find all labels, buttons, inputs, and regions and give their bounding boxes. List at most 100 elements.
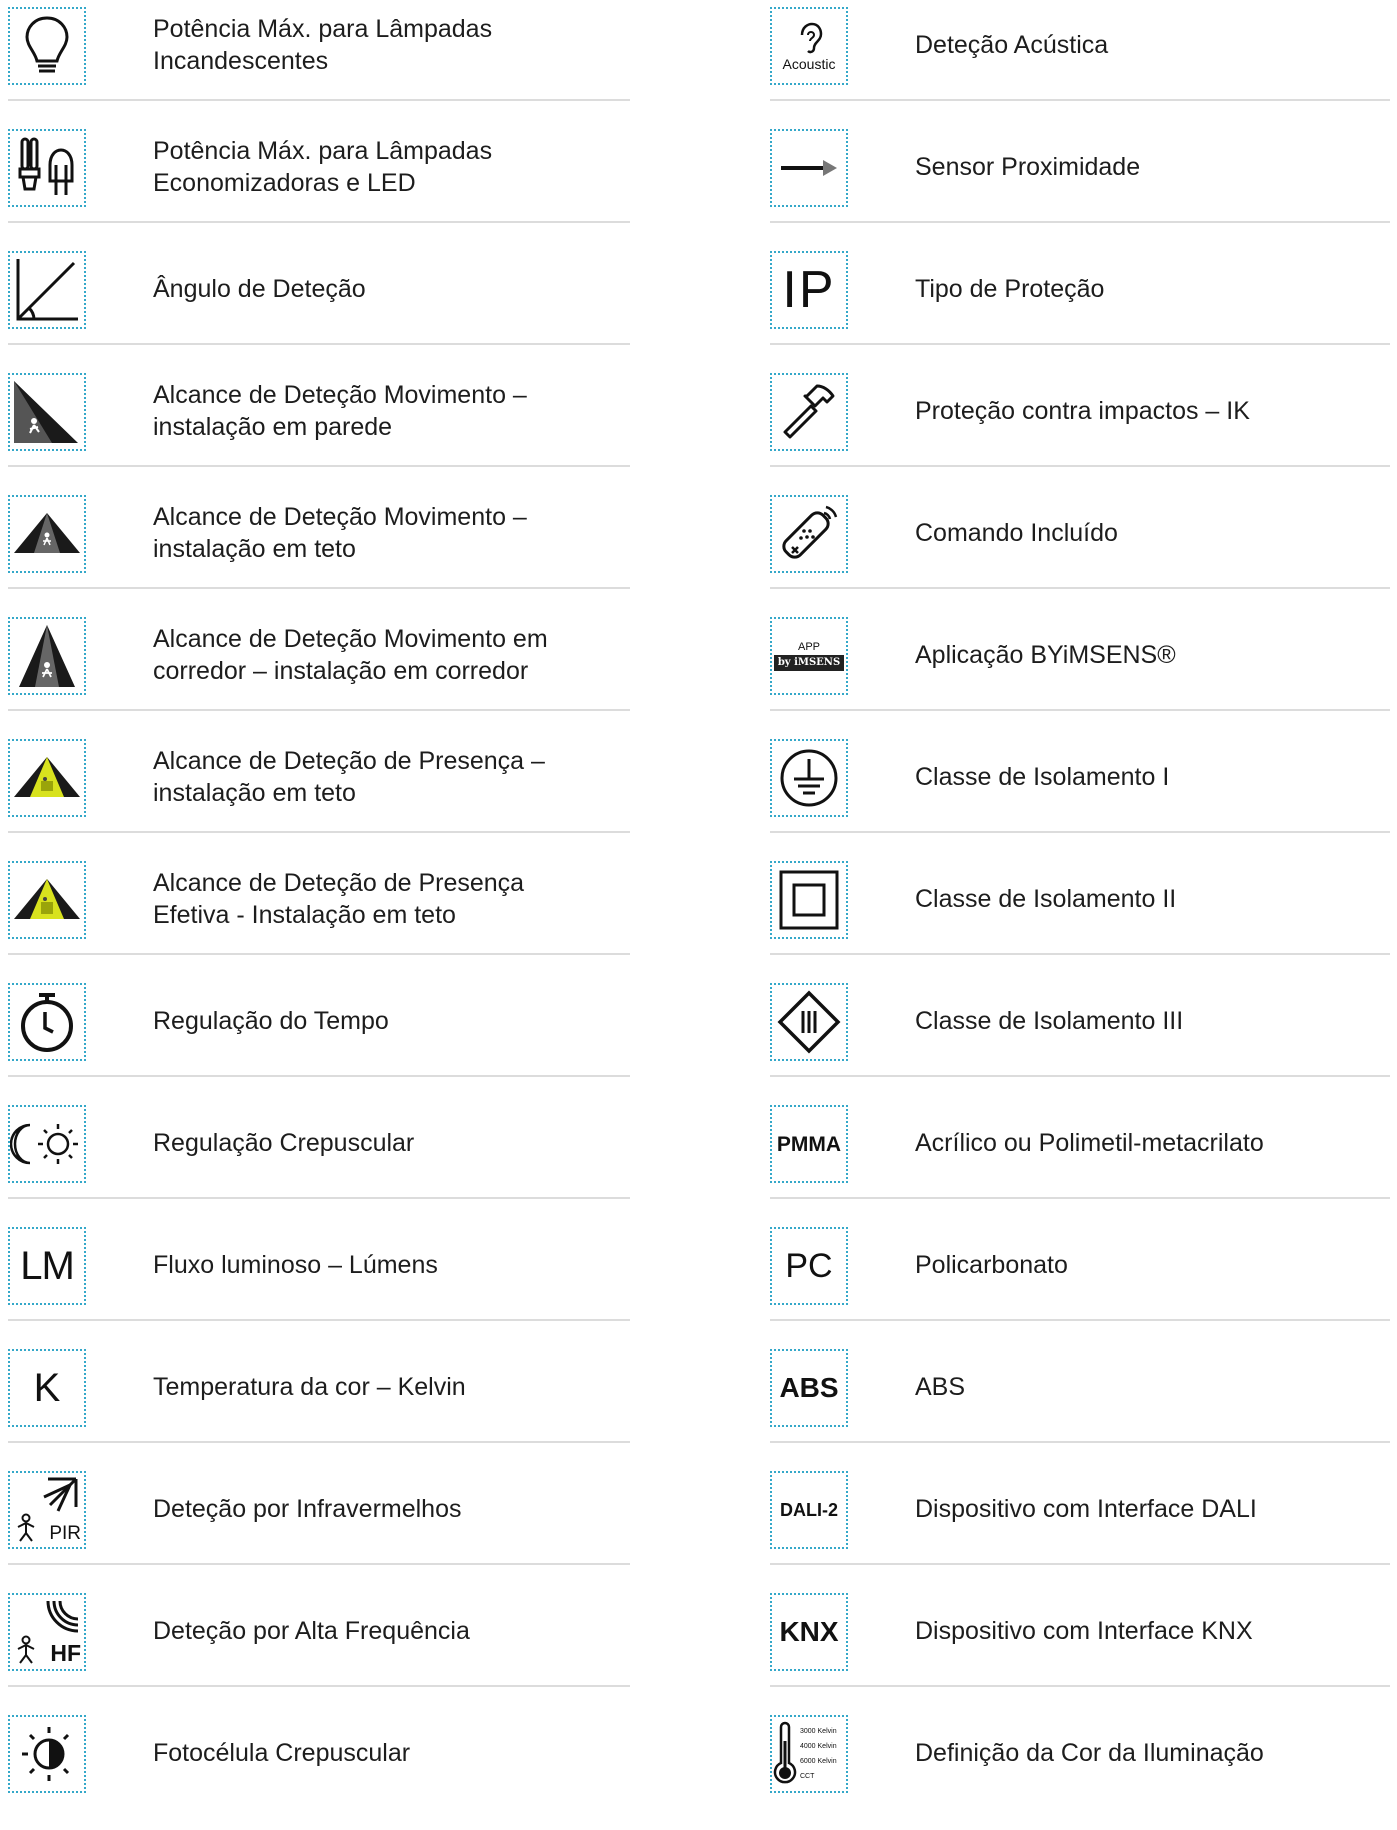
row-separator [8,465,630,467]
legend-label-line: Deteção por Alta Frequência [153,1617,470,1645]
row-separator [8,953,630,955]
legend-label-line: ABS [915,1373,966,1401]
row-separator [8,221,630,223]
legend-label-line: Alcance de Deteção de Presença [153,869,525,897]
legend-label-line: Dispositivo com Interface KNX [915,1617,1253,1645]
kelvin-icon: K [8,1349,86,1427]
icon-text: PC [785,1247,833,1285]
right-column: Acoustic Deteção Acústica Sensor Proximida… [770,0,1390,1830]
legend-label: Potência Máx. para Lâmpadas Incandescente… [153,12,630,78]
icon-text: K [33,1366,61,1410]
thermometer-icon: 3000 Kelvin 4000 Kelvin 6000 Kelvin CCT [770,1715,848,1793]
pc-icon: PC [770,1227,848,1305]
legend-label: Regulação Crepuscular [153,1110,630,1176]
legend-label: Temperatura da cor – Kelvin [153,1354,630,1420]
legend-label: Policarbonato [915,1232,1390,1298]
legend-row: LM Fluxo luminoso – Lúmens [8,1220,630,1342]
legend-label-line: instalação em teto [153,535,356,563]
energy-saving-lamps-icon [8,129,86,207]
proximity-arrow-icon [770,129,848,207]
legend-label: Aplicação BYiMSENS® [915,622,1390,688]
knx-icon: KNX [770,1593,848,1671]
row-separator [8,1075,630,1077]
row-separator [770,1075,1390,1077]
legend-label-line: Ângulo de Deteção [153,275,366,303]
ear-icon: Acoustic [770,7,848,85]
legend-label-line: Aplicação BYiMSENS® [915,641,1176,669]
legend-label-line: Alcance de Deteção Movimento – [153,503,527,531]
row-separator [8,1197,630,1199]
legend-label-line: Classe de Isolamento II [915,885,1177,913]
ip-rating-icon: IP [770,251,848,329]
row-separator [770,831,1390,833]
legend-label-line: Temperatura da cor – Kelvin [153,1373,466,1401]
legend-label-line: Potência Máx. para Lâmpadas [153,137,493,165]
legend-label-line: Alcance de Deteção Movimento – [153,381,527,409]
legend-row: Alcance de Deteção Movimento em corredor … [8,610,630,732]
legend-row: Fotocélula Crepuscular [8,1708,630,1830]
legend-row: ABS ABS [770,1342,1390,1464]
legend-label: Proteção contra impactos – IK [915,378,1390,444]
diamond-class-three-icon [770,983,848,1061]
legend-label: Fotocélula Crepuscular [153,1720,630,1786]
legend-label-line: corredor – instalação em corredor [153,657,529,685]
icon-text: DALI-2 [780,1500,838,1520]
legend-row: Ângulo de Deteção [8,244,630,366]
legend-label-line: Economizadoras e LED [153,169,416,197]
earth-ground-icon [770,739,848,817]
legend-row: Potência Máx. para Lâmpadas Incandescente… [8,0,630,122]
legend-label-line: Comando Incluído [915,519,1118,547]
legend-row: Classe de Isolamento III [770,976,1390,1098]
legend-row: DALI-2 Dispositivo com Interface DALI [770,1464,1390,1586]
ceiling-presence-range-icon [8,739,86,817]
legend-row: K Temperatura da cor – Kelvin [8,1342,630,1464]
row-separator [770,1441,1390,1443]
legend-row: Alcance de Deteção Movimento – instalação… [8,488,630,610]
legend-label: Alcance de Deteção de Presença – instalaç… [153,744,630,810]
legend-row: HF Deteção por Alta Frequência [8,1586,630,1708]
legend-row: Classe de Isolamento I [770,732,1390,854]
row-separator [8,1685,630,1687]
icon-text: PIR [49,1523,81,1544]
legend-label: Comando Incluído [915,500,1390,566]
row-separator [8,709,630,711]
legend-row: Acoustic Deteção Acústica [770,0,1390,122]
legend-label: Tipo de Proteção [915,256,1390,322]
legend-row: PIR Deteção por Infravermelhos [8,1464,630,1586]
legend-row: PMMA Acrílico ou Polimetil-metacrilato [770,1098,1390,1220]
legend-label: Classe de Isolamento II [915,866,1390,932]
legend-label: Sensor Proximidade [915,134,1390,200]
legend-label-line: Definição da Cor da Iluminação [915,1739,1264,1767]
row-separator [8,1441,630,1443]
legend-row: Sensor Proximidade [770,122,1390,244]
legend-label-line: Deteção Acústica [915,31,1109,59]
corridor-motion-range-icon [8,617,86,695]
legend-label: Deteção por Infravermelhos [153,1476,630,1542]
legend-label: Classe de Isolamento I [915,744,1390,810]
legend-label: Alcance de Deteção Movimento – instalação… [153,378,630,444]
legend-label-line: Tipo de Proteção [915,275,1105,303]
row-separator [770,99,1390,101]
effective-presence-range-icon [8,861,86,939]
icon-text: LM [20,1244,75,1288]
dali-icon: DALI-2 [770,1471,848,1549]
legend-label: Definição da Cor da Iluminação [915,1720,1390,1786]
legend-row: Proteção contra impactos – IK [770,366,1390,488]
legend-label: Regulação do Tempo [153,988,630,1054]
thermometer-label: 3000 Kelvin [800,1728,837,1735]
photocell-icon [8,1715,86,1793]
row-separator [770,343,1390,345]
row-separator [770,953,1390,955]
legend-label-line: Regulação Crepuscular [153,1129,415,1157]
pir-sensor-icon: PIR [8,1471,86,1549]
legend-row: Alcance de Deteção de Presença – instalaç… [8,732,630,854]
icon-text: PMMA [776,1132,842,1156]
thermometer-label: 6000 Kelvin [800,1758,837,1765]
app-icon: APP by iMSENS [770,617,848,695]
legend-row: Regulação Crepuscular [8,1098,630,1220]
legend-label-line: Classe de Isolamento III [915,1007,1184,1035]
legend-label-line: instalação em parede [153,413,393,441]
lightbulb-icon [8,7,86,85]
row-separator [770,1319,1390,1321]
moon-sun-icon [8,1105,86,1183]
